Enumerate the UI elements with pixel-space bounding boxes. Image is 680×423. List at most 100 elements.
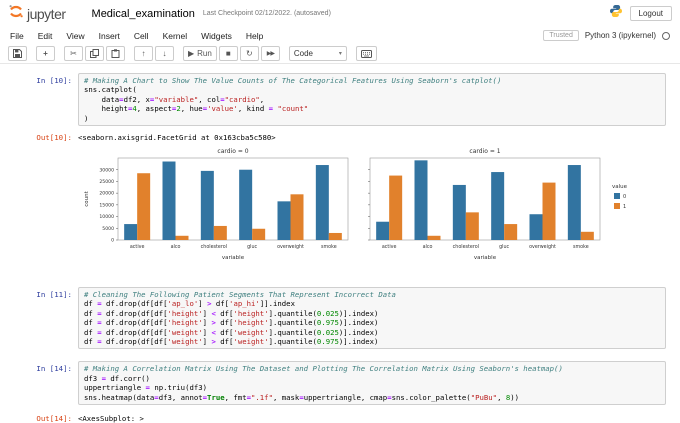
paste-cell-button[interactable] xyxy=(106,46,125,61)
menu-item-help[interactable]: Help xyxy=(239,31,270,41)
scissors-icon: ✂ xyxy=(70,49,77,58)
output-text: <AxesSubplot: > xyxy=(78,414,144,423)
fast-forward-icon: ▶▶ xyxy=(266,51,275,57)
code-line: # Making A Correlation Matrix Using The … xyxy=(84,364,563,374)
menu-item-insert[interactable]: Insert xyxy=(92,31,127,41)
arrow-down-icon: ↓ xyxy=(162,49,167,58)
svg-text:1: 1 xyxy=(623,204,626,210)
jupyter-logo[interactable]: jupyter xyxy=(8,3,66,24)
svg-text:overweight: overweight xyxy=(277,244,304,250)
save-button[interactable] xyxy=(8,46,27,61)
code-cell-in10[interactable]: In [10]: # Making A Chart to Show The Va… xyxy=(0,73,666,127)
menubar-right: Trusted Python 3 (ipykernel) xyxy=(543,30,670,41)
code-line: # Cleaning The Following Patient Segment… xyxy=(84,290,396,300)
svg-text:count: count xyxy=(84,190,90,206)
notebook-area: In [10]: # Making A Chart to Show The Va… xyxy=(0,64,680,423)
cut-cell-button[interactable]: ✂ xyxy=(64,46,83,61)
run-icon: ▶ xyxy=(188,49,195,58)
run-button[interactable]: ▶ Run xyxy=(183,46,217,61)
svg-text:alco: alco xyxy=(171,244,181,250)
code-line: data=df2, x="variable", col="cardio", xyxy=(84,94,265,104)
toolbar: + ✂ ↑ ↓ ▶ Run ■ ↻ ▶▶ Code ▾ xyxy=(0,44,680,64)
menu-item-view[interactable]: View xyxy=(59,31,91,41)
code-line: df3 = df.corr() xyxy=(84,373,150,383)
jupyter-logo-icon xyxy=(8,3,24,24)
python-logo-icon xyxy=(609,4,623,23)
output-row-out10: Out[10]: <seaborn.axisgrid.FacetGrid at … xyxy=(0,130,666,142)
svg-text:cholesterol: cholesterol xyxy=(453,244,479,250)
chevron-down-icon: ▾ xyxy=(338,51,342,57)
copy-cell-button[interactable] xyxy=(85,46,104,61)
menu-item-cell[interactable]: Cell xyxy=(127,31,156,41)
code-editor-in11[interactable]: # Cleaning The Following Patient Segment… xyxy=(78,287,666,350)
svg-text:overweight: overweight xyxy=(529,244,556,250)
code-line: df = df.drop(df[df['ap_lo'] > df['ap_hi'… xyxy=(84,299,295,309)
svg-text:10000: 10000 xyxy=(99,214,114,220)
code-line: ) xyxy=(84,113,89,123)
menu-item-file[interactable]: File xyxy=(10,31,31,41)
code-line: df = df.drop(df[df['height'] < df['heigh… xyxy=(84,308,379,318)
svg-text:25000: 25000 xyxy=(99,179,114,185)
checkpoint-status: Last Checkpoint 02/12/2022. (autosaved) xyxy=(202,10,331,17)
figure-prompt-spacer xyxy=(0,144,78,277)
save-icon xyxy=(13,49,22,58)
svg-text:cardio = 0: cardio = 0 xyxy=(217,148,248,155)
command-palette-button[interactable] xyxy=(355,46,377,61)
code-line: df = df.drop(df[df['weight'] > df['weigh… xyxy=(84,337,379,347)
output-row-out14: Out[14]: <AxesSubplot: > xyxy=(0,411,666,423)
move-cell-up-button[interactable]: ↑ xyxy=(134,46,153,61)
cell-type-select[interactable]: Code ▾ xyxy=(288,46,347,61)
code-line: sns.catplot( xyxy=(84,85,137,95)
notebook-title[interactable]: Medical_examination xyxy=(92,8,195,20)
header: jupyter Medical_examination Last Checkpo… xyxy=(0,0,680,27)
output-text: <seaborn.axisgrid.FacetGrid at 0x163cba5… xyxy=(78,133,276,143)
code-editor-in10[interactable]: # Making A Chart to Show The Value Count… xyxy=(78,73,666,127)
copy-icon xyxy=(90,49,99,58)
menu-item-widgets[interactable]: Widgets xyxy=(194,31,239,41)
code-cell-in11[interactable]: In [11]: # Cleaning The Following Patien… xyxy=(0,287,666,350)
code-editor-in14[interactable]: # Making A Correlation Matrix Using The … xyxy=(78,361,666,406)
svg-text:variable: variable xyxy=(474,255,497,261)
logout-button[interactable]: Logout xyxy=(629,6,672,21)
svg-text:20000: 20000 xyxy=(99,191,114,197)
svg-text:smoke: smoke xyxy=(321,244,337,250)
run-label: Run xyxy=(197,49,212,58)
restart-run-all-button[interactable]: ▶▶ xyxy=(260,46,280,61)
svg-text:cholesterol: cholesterol xyxy=(201,244,227,250)
menubar-items: File Edit View Insert Cell Kernel Widgets Help xyxy=(10,31,270,41)
svg-text:value: value xyxy=(612,184,628,190)
catplot-figure: cardio = 0 active alco cholesterol gluc overw… xyxy=(84,148,628,261)
menu-item-kernel[interactable]: Kernel xyxy=(156,31,195,41)
code-line: uppertriangle = np.triu(df3) xyxy=(84,383,208,393)
kernel-name: Python 3 (ipykernel) xyxy=(584,31,656,40)
figure-row: cardio = 0 active alco cholesterol gluc overw… xyxy=(0,144,666,277)
trusted-badge: Trusted xyxy=(543,30,579,41)
stop-icon: ■ xyxy=(225,49,231,58)
input-prompt: In [11]: xyxy=(36,290,72,300)
svg-text:5000: 5000 xyxy=(102,226,114,232)
code-line: # Making A Chart to Show The Value Count… xyxy=(84,76,502,85)
svg-text:active: active xyxy=(130,244,145,250)
svg-text:15000: 15000 xyxy=(99,202,114,208)
jupyter-logo-text: jupyter xyxy=(27,5,66,22)
menu-item-edit[interactable]: Edit xyxy=(31,31,60,41)
paste-icon xyxy=(111,49,120,58)
code-cell-in14[interactable]: In [14]: # Making A Correlation Matrix U… xyxy=(0,361,666,406)
input-prompt: In [10]: xyxy=(36,76,72,85)
add-cell-button[interactable]: + xyxy=(36,46,55,61)
svg-text:0: 0 xyxy=(111,238,114,244)
restart-kernel-button[interactable]: ↻ xyxy=(239,46,259,61)
move-cell-down-button[interactable]: ↓ xyxy=(155,46,174,61)
restart-icon: ↻ xyxy=(245,49,253,58)
svg-text:30000: 30000 xyxy=(99,167,114,173)
svg-text:gluc: gluc xyxy=(499,244,509,250)
svg-text:0: 0 xyxy=(623,194,626,200)
output-prompt: Out[14]: xyxy=(36,414,72,423)
code-line: df = df.drop(df[df['weight'] < df['weigh… xyxy=(84,327,379,337)
kernel-status-icon xyxy=(662,31,670,40)
interrupt-kernel-button[interactable]: ■ xyxy=(218,46,238,61)
svg-text:cardio = 1: cardio = 1 xyxy=(469,148,500,155)
code-line: sns.heatmap(data=df3, annot=True, fmt=".… xyxy=(84,392,520,402)
keyboard-icon xyxy=(360,49,372,58)
cell-type-value: Code xyxy=(293,49,313,58)
